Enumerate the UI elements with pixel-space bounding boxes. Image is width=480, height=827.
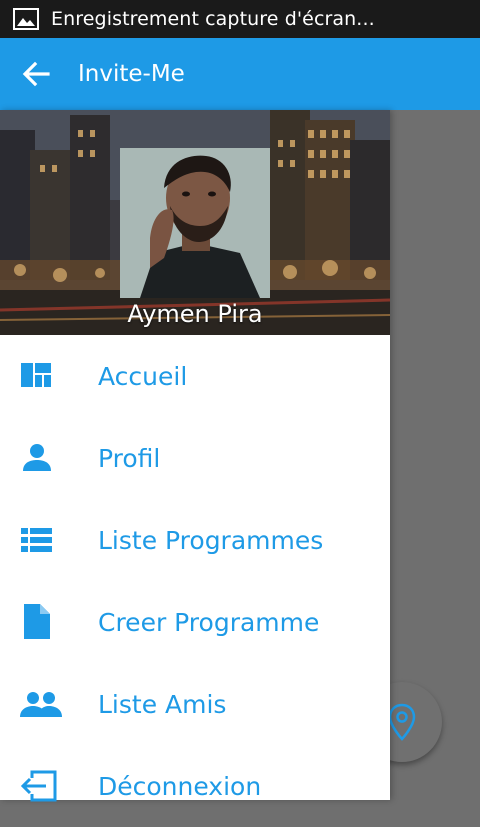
drawer-menu: Accueil Profil Liste Programmes Creer Pr… <box>0 335 390 827</box>
list-icon <box>21 528 52 552</box>
menu-item-deconnexion[interactable]: Déconnexion <box>0 745 390 827</box>
profile-photo <box>120 148 270 298</box>
menu-item-liste-amis[interactable]: Liste Amis <box>0 663 390 745</box>
notification-text: Enregistrement capture d'écran... <box>51 8 375 30</box>
image-icon <box>13 8 39 30</box>
back-button[interactable] <box>0 38 72 110</box>
person-icon <box>23 444 51 471</box>
status-bar: Enregistrement capture d'écran... <box>0 0 480 38</box>
app-title: Invite-Me <box>78 61 185 87</box>
avatar[interactable] <box>120 148 270 298</box>
logout-icon <box>20 770 57 802</box>
menu-item-profil[interactable]: Profil <box>0 417 390 499</box>
dashboard-icon <box>21 363 51 387</box>
menu-item-label: Profil <box>98 443 161 473</box>
arrow-back-icon <box>22 61 50 87</box>
app-bar: Invite-Me <box>0 38 480 110</box>
menu-item-label: Liste Programmes <box>98 525 324 555</box>
user-name: Aymen Pira <box>127 300 263 328</box>
menu-item-label: Creer Programme <box>98 607 320 637</box>
menu-item-accueil[interactable]: Accueil <box>0 335 390 417</box>
menu-item-label: Accueil <box>98 361 188 391</box>
navigation-drawer: Aymen Pira Accueil Profil Liste Programm… <box>0 110 390 802</box>
drawer-header: Aymen Pira <box>0 110 390 335</box>
menu-item-label: Déconnexion <box>98 771 262 801</box>
location-pin-icon <box>388 703 416 741</box>
menu-item-liste-programmes[interactable]: Liste Programmes <box>0 499 390 581</box>
file-icon <box>24 604 50 639</box>
menu-item-label: Liste Amis <box>98 689 227 719</box>
menu-item-creer-programme[interactable]: Creer Programme <box>0 581 390 663</box>
people-icon <box>20 692 62 717</box>
